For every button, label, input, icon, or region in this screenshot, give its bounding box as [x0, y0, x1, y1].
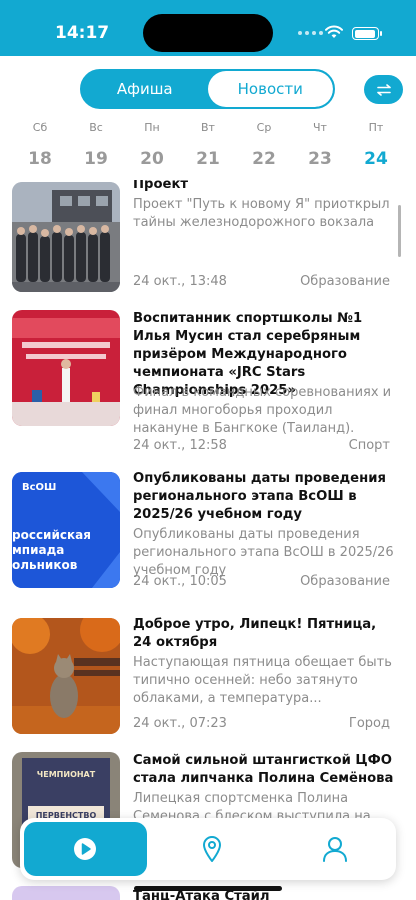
news-card[interactable]: Проект Проект "Путь к новому Я" приоткры… — [0, 180, 416, 300]
news-description: Опубликованы даты проведения регионально… — [133, 527, 394, 578]
news-title: Доброе утро, Липецк! Пятница, 24 октября — [133, 617, 377, 650]
status-time: 14:17 — [55, 23, 110, 43]
news-card[interactable]: ВсОШ российская мпиада ольников Опублико… — [0, 471, 416, 602]
weekday-label: Вт — [201, 121, 215, 134]
news-thumbnail — [12, 182, 120, 292]
play-icon — [74, 838, 97, 860]
news-thumbnail: ВсОШ российская мпиада ольников — [12, 472, 120, 588]
date-strip: Сб 18 Вс 19 Пн 20 Вт 21 Ср 22 Чт 23 Пт 24 — [12, 120, 404, 169]
news-date: 24 окт., 12:58 — [133, 438, 227, 453]
news-title: Опубликованы даты проведения регионально… — [133, 471, 386, 522]
weekday-label: Ср — [256, 121, 272, 134]
thumbnail-caption: российская мпиада ольников — [12, 528, 91, 572]
news-description: Проект "Путь к новому Я" приоткрыл тайны… — [133, 197, 390, 230]
day-number: 21 — [196, 149, 220, 169]
day-number: 20 — [140, 149, 164, 169]
scrollbar[interactable] — [398, 205, 401, 257]
day-number: 23 — [308, 149, 332, 169]
bottom-navigation — [20, 818, 396, 880]
news-card[interactable]: Доброе утро, Липецк! Пятница, 24 октября… — [0, 617, 416, 748]
tab-news[interactable]: Новости — [207, 71, 333, 107]
news-thumbnail — [12, 618, 120, 734]
nav-tab-map[interactable] — [151, 818, 274, 880]
date-item[interactable]: Чт 23 — [292, 120, 348, 169]
thumbnail-banner-text: ЧЕМПИОНАТ — [36, 770, 96, 779]
weekday-label: Сб — [32, 121, 48, 134]
news-date: 24 окт., 07:23 — [133, 716, 227, 731]
location-pin-icon — [203, 836, 221, 862]
date-item[interactable]: Вт 21 — [180, 120, 236, 169]
weekday-label: Вс — [89, 121, 103, 134]
section-switcher: Афиша Новости — [80, 69, 335, 109]
news-category: Образование — [300, 574, 390, 589]
wifi-icon — [325, 25, 343, 38]
tab-afisha[interactable]: Афиша — [82, 71, 208, 107]
news-feed[interactable]: Проект Проект "Путь к новому Я" приоткры… — [0, 180, 416, 900]
news-date: 24 окт., 13:48 — [133, 274, 227, 289]
filter-button[interactable] — [364, 75, 403, 104]
profile-icon — [322, 837, 347, 862]
day-number: 24 — [364, 149, 388, 169]
date-item[interactable]: Сб 18 — [12, 120, 68, 169]
nav-tab-profile[interactable] — [273, 818, 396, 880]
date-item[interactable]: Ср 22 — [236, 120, 292, 169]
news-category: Образование — [300, 274, 390, 289]
sort-arrows-icon — [376, 83, 391, 96]
weekday-label: Чт — [313, 121, 327, 134]
thumbnail-logo-text: ВсОШ — [22, 482, 57, 493]
news-thumbnail — [12, 310, 120, 426]
day-number: 22 — [252, 149, 276, 169]
date-item[interactable]: Вс 19 — [68, 120, 124, 169]
news-title: Проект — [133, 180, 189, 192]
dynamic-island — [143, 14, 273, 52]
home-indicator[interactable] — [134, 886, 282, 891]
cellular-icon — [298, 31, 323, 35]
news-description: Наступающая пятница обещает быть типично… — [133, 655, 392, 706]
news-title: Самой сильной штангисткой ЦФО стала липч… — [133, 753, 394, 786]
news-date: 24 окт., 10:05 — [133, 574, 227, 589]
weekday-label: Пт — [368, 121, 384, 134]
day-number: 19 — [84, 149, 108, 169]
news-description: Финал в командных соревнованиях и финал … — [133, 385, 392, 436]
nav-tab-media[interactable] — [24, 822, 147, 876]
news-card[interactable]: Воспитанник спортшколы №1 Илья Мусин ста… — [0, 308, 416, 458]
news-category: Спорт — [348, 438, 390, 453]
news-thumbnail — [12, 886, 120, 900]
weekday-label: Пн — [144, 121, 160, 134]
news-category: Город — [348, 716, 390, 731]
date-item[interactable]: Пн 20 — [124, 120, 180, 169]
date-item-selected[interactable]: Пт 24 — [348, 120, 404, 169]
battery-icon — [352, 27, 382, 40]
day-number: 18 — [28, 149, 52, 169]
